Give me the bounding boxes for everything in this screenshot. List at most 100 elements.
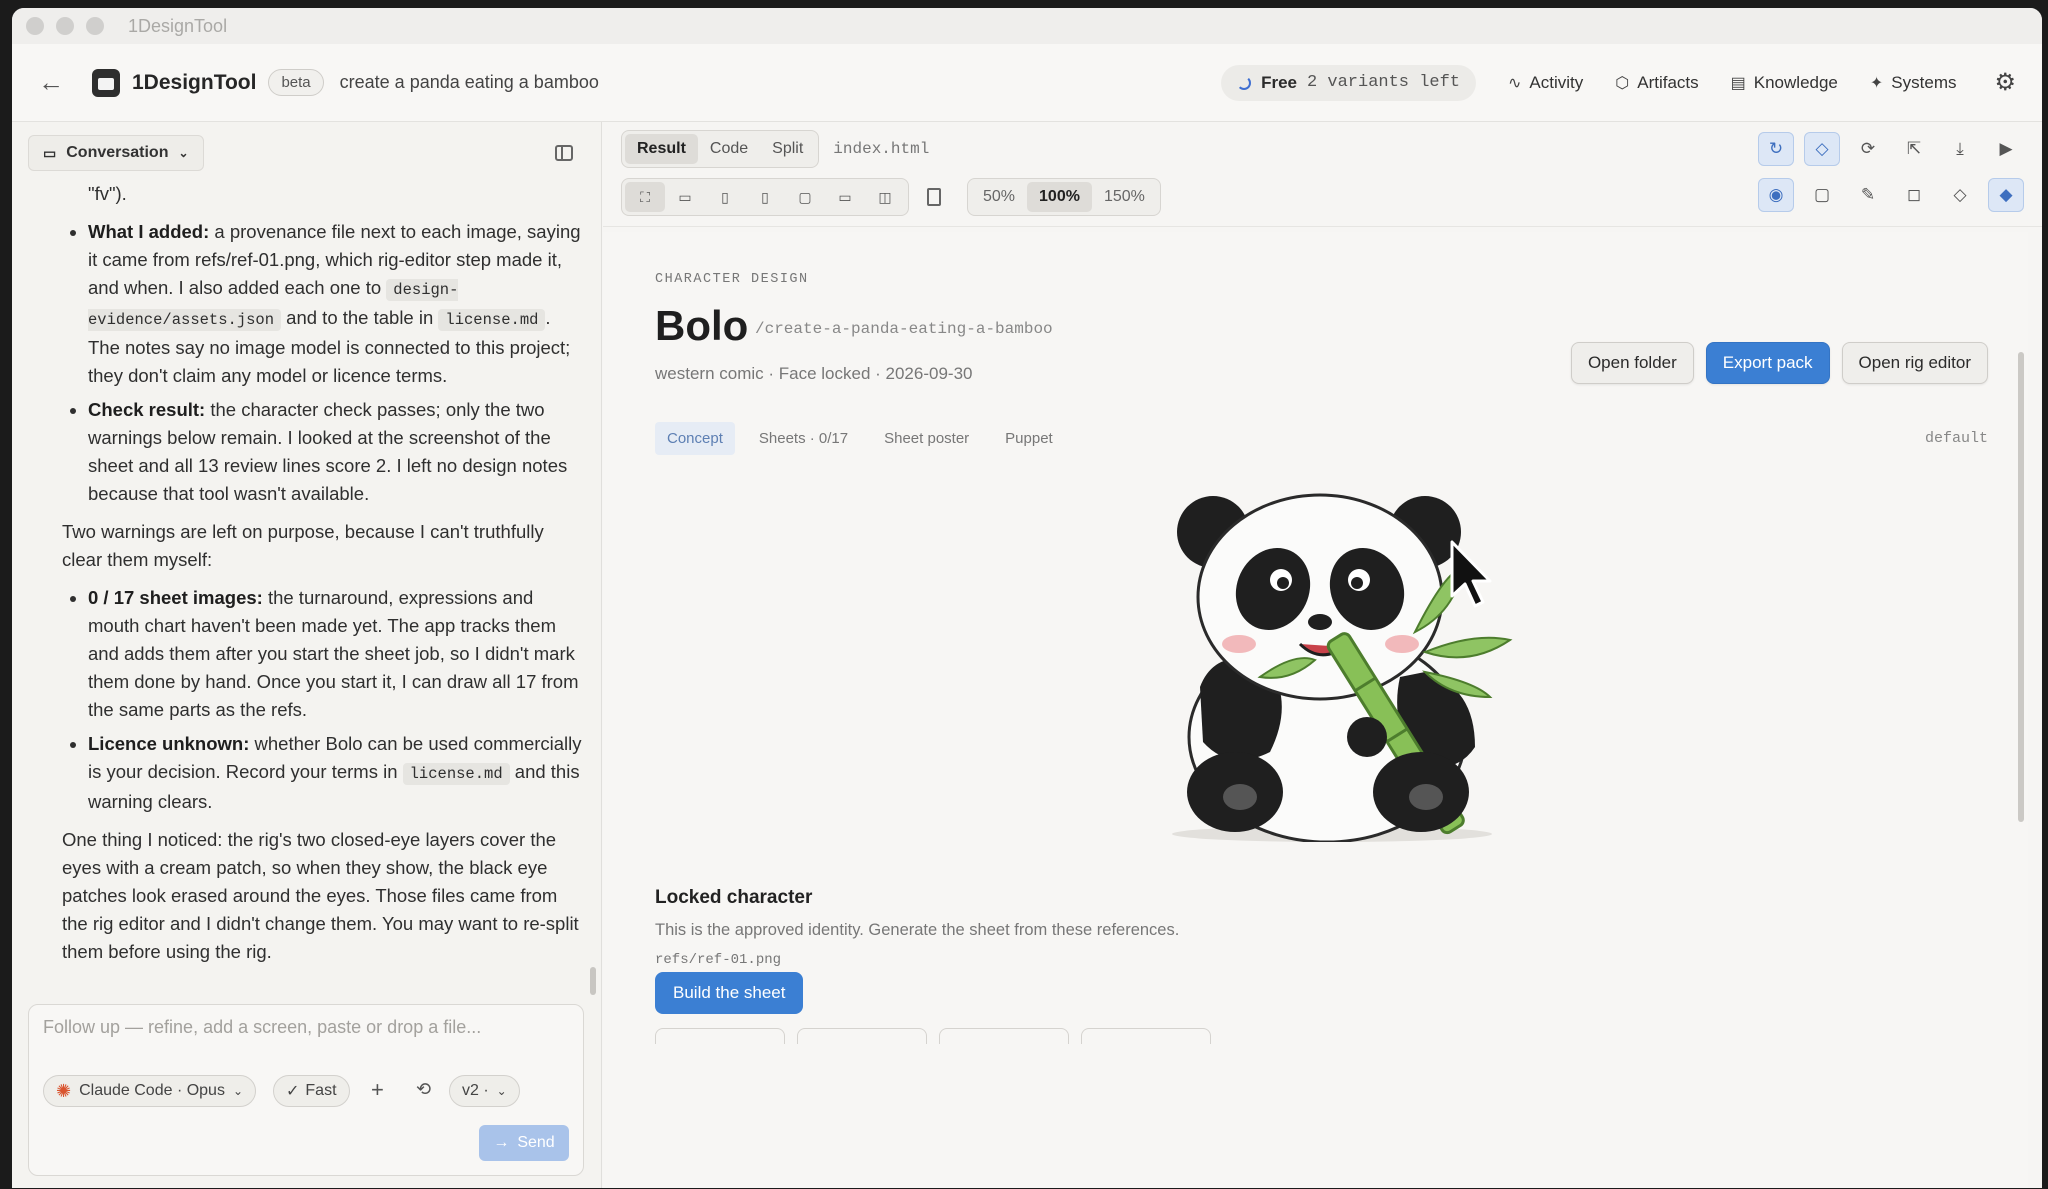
- character-tabs: Concept Sheets · 0/17 Sheet poster Puppe…: [655, 422, 1077, 455]
- tab-concept[interactable]: Concept: [655, 422, 735, 455]
- desktop-icon[interactable]: ▭: [665, 182, 705, 212]
- nav-activity[interactable]: ∿ Activity: [1508, 73, 1583, 93]
- list-item: Check result: the character check passes…: [88, 396, 582, 508]
- zoom-selector: 50% 100% 150%: [967, 178, 1161, 216]
- inline-code: license.md: [438, 309, 546, 331]
- device-toolbar: ⛶ ▭ ▯ ▯ ▢ ▭ ◫ 50% 100% 150%: [621, 178, 1161, 216]
- zoom-100[interactable]: 100%: [1027, 182, 1092, 212]
- speed-toggle[interactable]: ✓ Fast: [273, 1075, 350, 1107]
- tab-result[interactable]: Result: [625, 134, 698, 164]
- nav-systems-label: Systems: [1891, 72, 1957, 92]
- reference-thumbnail[interactable]: [939, 1028, 1069, 1044]
- send-button[interactable]: → Send: [479, 1125, 569, 1161]
- preview-canvas: CHARACTER DESIGN Bolo /create-a-panda-ea…: [603, 232, 2028, 1188]
- split-screen-icon[interactable]: ◫: [865, 182, 905, 212]
- list-item-title: 0 / 17 sheet images:: [88, 587, 263, 608]
- project-prompt: create a panda eating a bamboo: [339, 72, 599, 92]
- maximize-window-button[interactable]: [86, 17, 104, 35]
- reference-thumbnail[interactable]: [1081, 1028, 1211, 1044]
- activity-icon: ∿: [1508, 74, 1522, 92]
- model-label: Claude Code · Opus: [79, 1082, 225, 1099]
- title-bar: 1DesignTool: [12, 8, 2042, 44]
- reference-thumbnail[interactable]: [655, 1028, 785, 1044]
- play-icon[interactable]: ▶: [1988, 132, 2024, 166]
- open-external-icon[interactable]: ⇱: [1896, 132, 1932, 166]
- tab-split[interactable]: Split: [760, 134, 815, 164]
- model-selector[interactable]: ✺ Claude Code · Opus ⌄: [43, 1075, 257, 1107]
- reference-thumbnails: [655, 1028, 1223, 1044]
- panda-illustration: [1172, 493, 1513, 842]
- follow-up-input[interactable]: Follow up — refine, add a screen, paste …: [43, 1017, 481, 1038]
- pencil-icon[interactable]: ✎: [1850, 178, 1886, 212]
- diamond-selected-icon[interactable]: ◆: [1988, 178, 2024, 212]
- tab-sheets[interactable]: Sheets · 0/17: [747, 422, 860, 455]
- chat-icon[interactable]: ◻: [1896, 178, 1932, 212]
- conversation-scrollbar[interactable]: [590, 967, 596, 995]
- preview-panel: Result Code Split index.html ↻ ◇ ⟳ ⇱ ⤓ ▶…: [603, 122, 2042, 1188]
- reference-thumbnail[interactable]: [797, 1028, 927, 1044]
- refresh-icon[interactable]: ⟳: [1850, 132, 1886, 166]
- eye-icon[interactable]: ◉: [1758, 178, 1794, 212]
- tab-code[interactable]: Code: [698, 134, 760, 164]
- current-filename: index.html: [833, 140, 930, 158]
- speed-label: Fast: [305, 1082, 337, 1099]
- assistant-message: "fv"). What I added: a provenance file n…: [62, 183, 582, 976]
- version-selector[interactable]: v2 · ⌄: [449, 1075, 520, 1107]
- add-attachment-icon[interactable]: +: [371, 1077, 384, 1103]
- preview-actions-top: ↻ ◇ ⟳ ⇱ ⤓ ▶: [1748, 132, 2024, 166]
- sync-icon[interactable]: ↻: [1758, 132, 1794, 166]
- plan-status-pill[interactable]: Free 2 variants left: [1221, 64, 1477, 101]
- composer: Follow up — refine, add a screen, paste …: [28, 1004, 584, 1176]
- chevron-down-icon: ⌄: [232, 1084, 244, 1098]
- list-item: 0 / 17 sheet images: the turnaround, exp…: [88, 584, 582, 724]
- window-title: 1DesignTool: [128, 15, 228, 36]
- locked-character-title: Locked character: [655, 887, 813, 908]
- phone-icon[interactable]: ▯: [745, 182, 785, 212]
- laptop-icon[interactable]: ▭: [825, 182, 865, 212]
- nav-artifacts[interactable]: ⬡ Artifacts: [1615, 73, 1698, 93]
- message-list: What I added: a provenance file next to …: [62, 218, 582, 508]
- message-text: Two warnings are left on purpose, becaus…: [62, 521, 544, 570]
- zoom-50[interactable]: 50%: [971, 182, 1027, 212]
- check-icon: ✓: [286, 1083, 300, 1100]
- tab-puppet[interactable]: Puppet: [993, 422, 1065, 455]
- mouse-cursor-icon: [1450, 540, 1492, 608]
- history-icon[interactable]: ⟲: [416, 1079, 431, 1100]
- nav-knowledge[interactable]: ▤ Knowledge: [1731, 73, 1838, 93]
- character-slug: /create-a-panda-eating-a-bamboo: [755, 320, 1053, 338]
- open-rig-editor-button[interactable]: Open rig editor: [1841, 342, 1988, 384]
- character-meta: western comic · Face locked · 2026-09-30: [655, 364, 973, 383]
- back-arrow-icon[interactable]: ←: [38, 67, 78, 98]
- fit-screen-icon[interactable]: ⛶: [625, 182, 665, 212]
- download-icon[interactable]: ⤓: [1942, 132, 1978, 166]
- tablet-portrait-icon[interactable]: ▯: [705, 182, 745, 212]
- open-folder-button[interactable]: Open folder: [1570, 342, 1694, 384]
- zoom-150[interactable]: 150%: [1092, 182, 1157, 212]
- chat-bubble-icon: ▭: [43, 144, 57, 161]
- conversation-mode-dropdown[interactable]: ▭ Conversation ⌄: [28, 135, 204, 171]
- nav-systems[interactable]: ✦ Systems: [1870, 73, 1957, 93]
- sparkle-icon: ✦: [1869, 74, 1884, 92]
- tab-sheet-poster[interactable]: Sheet poster: [872, 422, 981, 455]
- shield-icon[interactable]: ◇: [1804, 132, 1840, 166]
- settings-gear-icon[interactable]: ⚙: [1994, 68, 2016, 97]
- beta-badge: beta: [268, 69, 324, 96]
- message-text: One thing I noticed: the rig's two close…: [62, 829, 579, 962]
- export-pack-button[interactable]: Export pack: [1705, 342, 1830, 384]
- close-window-button[interactable]: [26, 17, 44, 35]
- minimize-window-button[interactable]: [56, 17, 74, 35]
- tablet-icon[interactable]: ▢: [785, 182, 825, 212]
- list-item-text: and to the table in: [281, 307, 439, 328]
- diamond-icon[interactable]: ◇: [1942, 178, 1978, 212]
- variants-left-count: 2 variants left: [1306, 73, 1461, 92]
- file-icon[interactable]: [927, 188, 941, 206]
- build-sheet-button[interactable]: Build the sheet: [655, 972, 804, 1014]
- nav-activity-label: Activity: [1529, 72, 1584, 92]
- section-eyebrow: CHARACTER DESIGN: [655, 272, 809, 287]
- app-name: 1DesignTool: [132, 70, 257, 94]
- view-mode-tabs: Result Code Split: [621, 130, 820, 168]
- comment-icon[interactable]: ▢: [1804, 178, 1840, 212]
- locked-character-description: This is the approved identity. Generate …: [655, 921, 1180, 939]
- preview-scrollbar[interactable]: [2018, 352, 2024, 822]
- toggle-sidebar-icon[interactable]: [555, 145, 573, 161]
